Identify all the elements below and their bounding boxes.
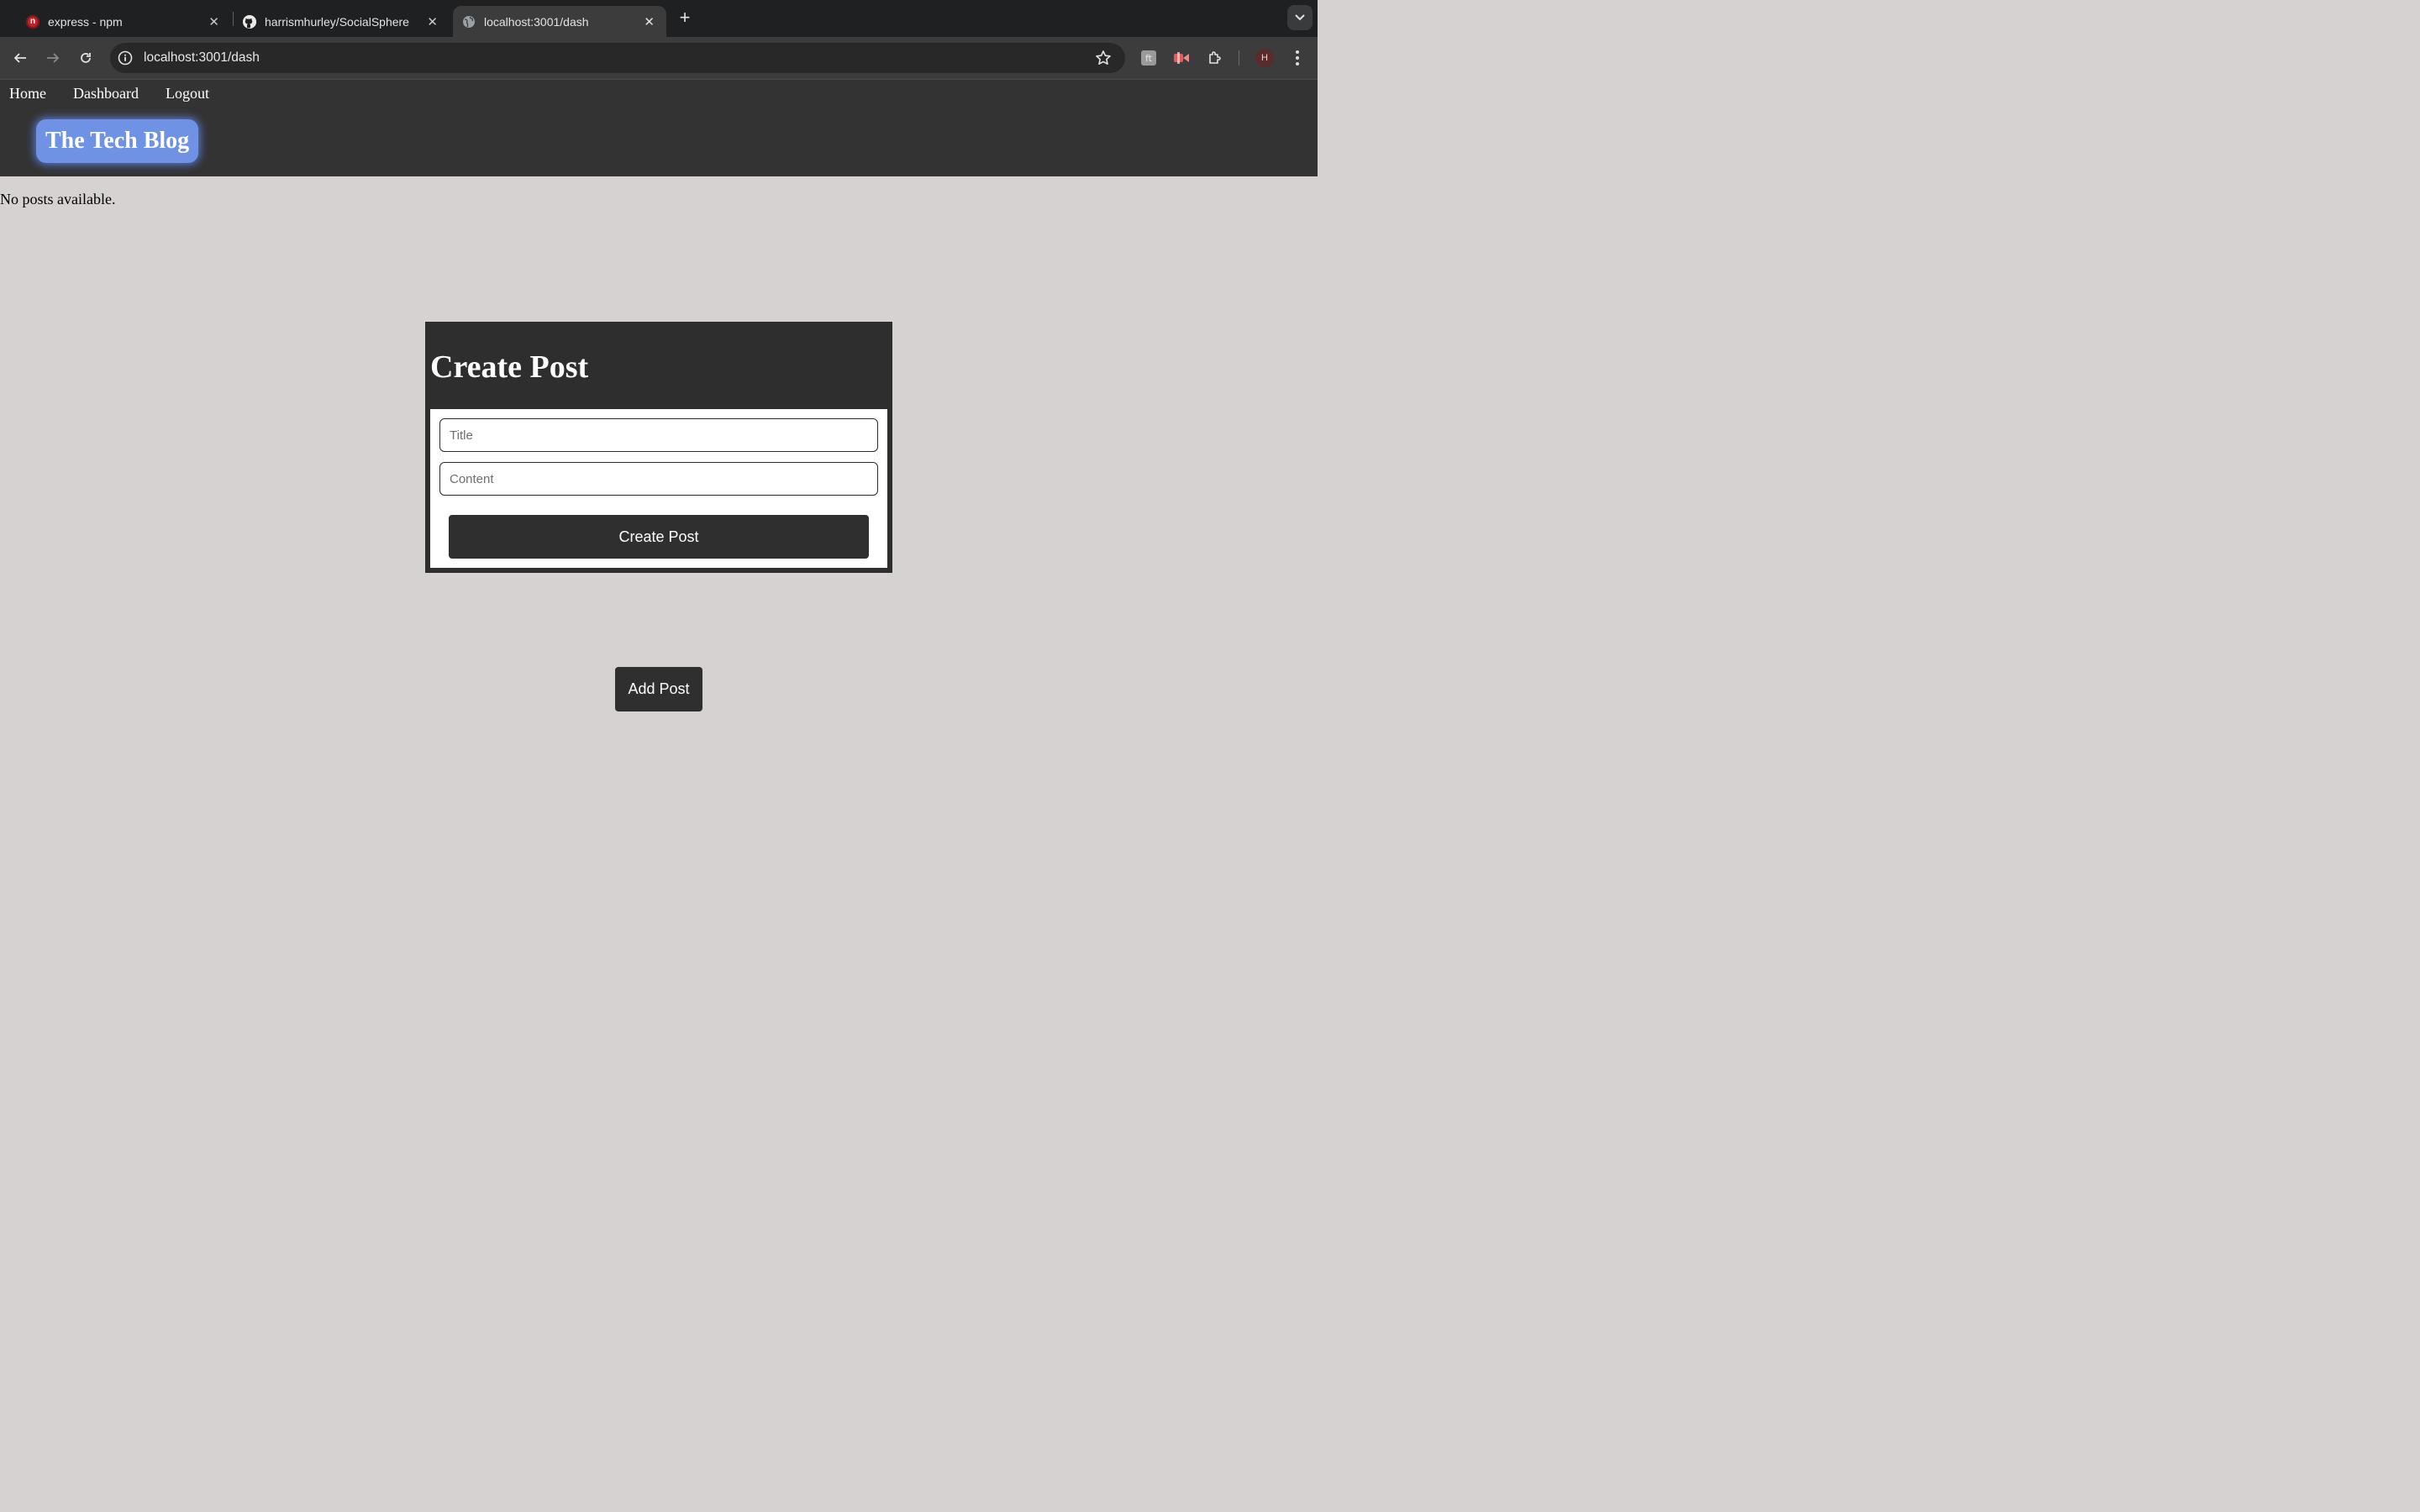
browser-menu-icon[interactable] — [1289, 48, 1306, 68]
post-title-input[interactable] — [439, 418, 878, 452]
create-post-form: Create Post — [430, 409, 887, 568]
post-content-input[interactable] — [439, 462, 878, 496]
extensions-puzzle-icon[interactable] — [1206, 49, 1224, 67]
forward-arrow-icon — [47, 53, 60, 63]
create-post-button[interactable]: Create Post — [449, 515, 869, 559]
bookmark-star-icon[interactable] — [1095, 50, 1112, 66]
address-bar[interactable]: localhost:3001/dash — [110, 43, 1125, 73]
add-post-button[interactable]: Add Post — [615, 667, 702, 711]
close-tab-icon[interactable]: ✕ — [644, 14, 655, 29]
back-button[interactable] — [10, 48, 30, 68]
browser-tab-github[interactable]: harrismhurley/SocialSphere ✕ — [234, 6, 450, 37]
svg-text:ft: ft — [1145, 53, 1153, 64]
reload-icon — [81, 53, 91, 63]
new-tab-icon[interactable]: + — [676, 8, 694, 28]
tab-title: harrismhurley/SocialSphere — [265, 14, 409, 29]
browser-tab-localhost[interactable]: localhost:3001/dash ✕ — [453, 6, 666, 37]
tab-separator — [233, 12, 234, 26]
create-post-card: Create Post Create Post — [425, 322, 892, 573]
create-post-heading: Create Post — [430, 349, 589, 385]
nav-logout-link[interactable]: Logout — [166, 85, 209, 102]
forward-button[interactable] — [43, 48, 63, 68]
close-tab-icon[interactable]: ✕ — [208, 14, 219, 29]
screen-recorder-extension-icon[interactable] — [1172, 49, 1191, 67]
empty-posts-message: No posts available. — [0, 191, 116, 207]
nav-home-link[interactable]: Home — [9, 85, 46, 102]
site-nav: Home Dashboard Logout — [9, 85, 236, 102]
npm-icon: n — [26, 14, 39, 29]
nav-dashboard-link[interactable]: Dashboard — [73, 85, 139, 102]
reload-button[interactable] — [76, 48, 96, 68]
site-header: Home Dashboard Logout The Tech Blog — [0, 80, 1318, 176]
browser-tab-strip: n express - npm ✕ harrismhurley/SocialSp… — [0, 0, 1318, 37]
extension-icon[interactable]: ft — [1139, 49, 1158, 67]
site-brand: The Tech Blog — [36, 119, 199, 163]
tab-title: localhost:3001/dash — [484, 14, 589, 29]
site-title: The Tech Blog — [45, 128, 190, 154]
chevron-down-icon — [1295, 14, 1305, 21]
tab-title: express - npm — [48, 14, 123, 29]
browser-toolbar: localhost:3001/dash ft H — [0, 37, 1318, 80]
close-tab-icon[interactable]: ✕ — [427, 14, 438, 29]
url-text: localhost:3001/dash — [144, 50, 260, 65]
page: n express - npm ✕ harrismhurley/SocialSp… — [0, 0, 1318, 823]
back-arrow-icon — [13, 53, 26, 63]
github-icon — [243, 14, 256, 29]
globe-icon — [462, 15, 476, 29]
site-info-icon[interactable] — [118, 50, 133, 66]
profile-avatar[interactable]: H — [1255, 49, 1274, 67]
browser-tab-npm[interactable]: n express - npm ✕ — [17, 6, 231, 37]
tab-search-button[interactable] — [1287, 5, 1313, 30]
